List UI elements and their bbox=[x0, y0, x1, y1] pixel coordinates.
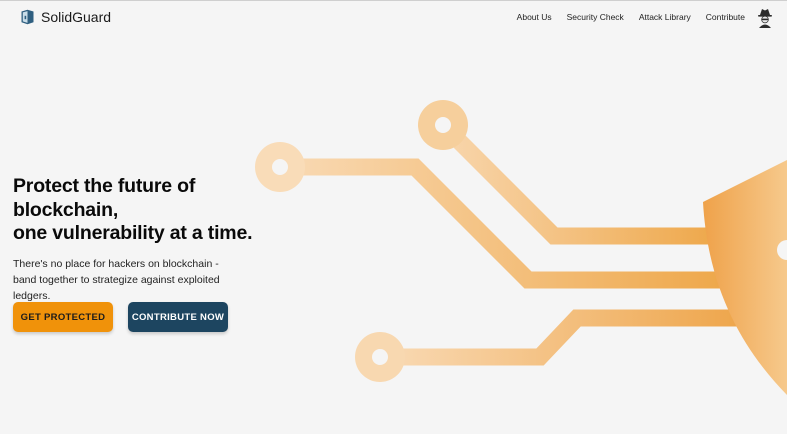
hero-title-line-2: blockchain, bbox=[13, 198, 119, 221]
nav-link-about-us[interactable]: About Us bbox=[517, 12, 552, 22]
contribute-now-button[interactable]: CONTRIBUTE NOW bbox=[128, 302, 228, 332]
nav-link-contribute[interactable]: Contribute bbox=[706, 12, 745, 22]
hero-description: There's no place for hackers on blockcha… bbox=[13, 258, 220, 302]
hero-title: Protect the future of blockchain, one vu… bbox=[13, 175, 273, 246]
circuit-node-bottom bbox=[355, 332, 405, 382]
hero-title-line-1: Protect the future of bbox=[13, 175, 196, 197]
brand-link[interactable]: SolidGuard bbox=[20, 9, 111, 25]
circuit-node-top bbox=[418, 100, 468, 150]
top-navigation: SolidGuard About Us Security Check Attac… bbox=[0, 1, 787, 35]
nav-link-security-check[interactable]: Security Check bbox=[567, 12, 624, 22]
shield-logo-icon bbox=[21, 9, 34, 25]
nav-menu: About Us Security Check Attack Library C… bbox=[517, 12, 745, 22]
hero-title-line-3: one vulnerability at a time. bbox=[13, 222, 253, 244]
circuit-trace-top bbox=[436, 118, 720, 245]
nav-link-attack-library[interactable]: Attack Library bbox=[639, 12, 691, 22]
circuit-trace-bottom bbox=[380, 309, 745, 366]
get-protected-button[interactable]: GET PROTECTED bbox=[13, 302, 113, 332]
hacker-avatar-icon[interactable] bbox=[757, 7, 773, 29]
brand-name: SolidGuard bbox=[41, 9, 112, 25]
